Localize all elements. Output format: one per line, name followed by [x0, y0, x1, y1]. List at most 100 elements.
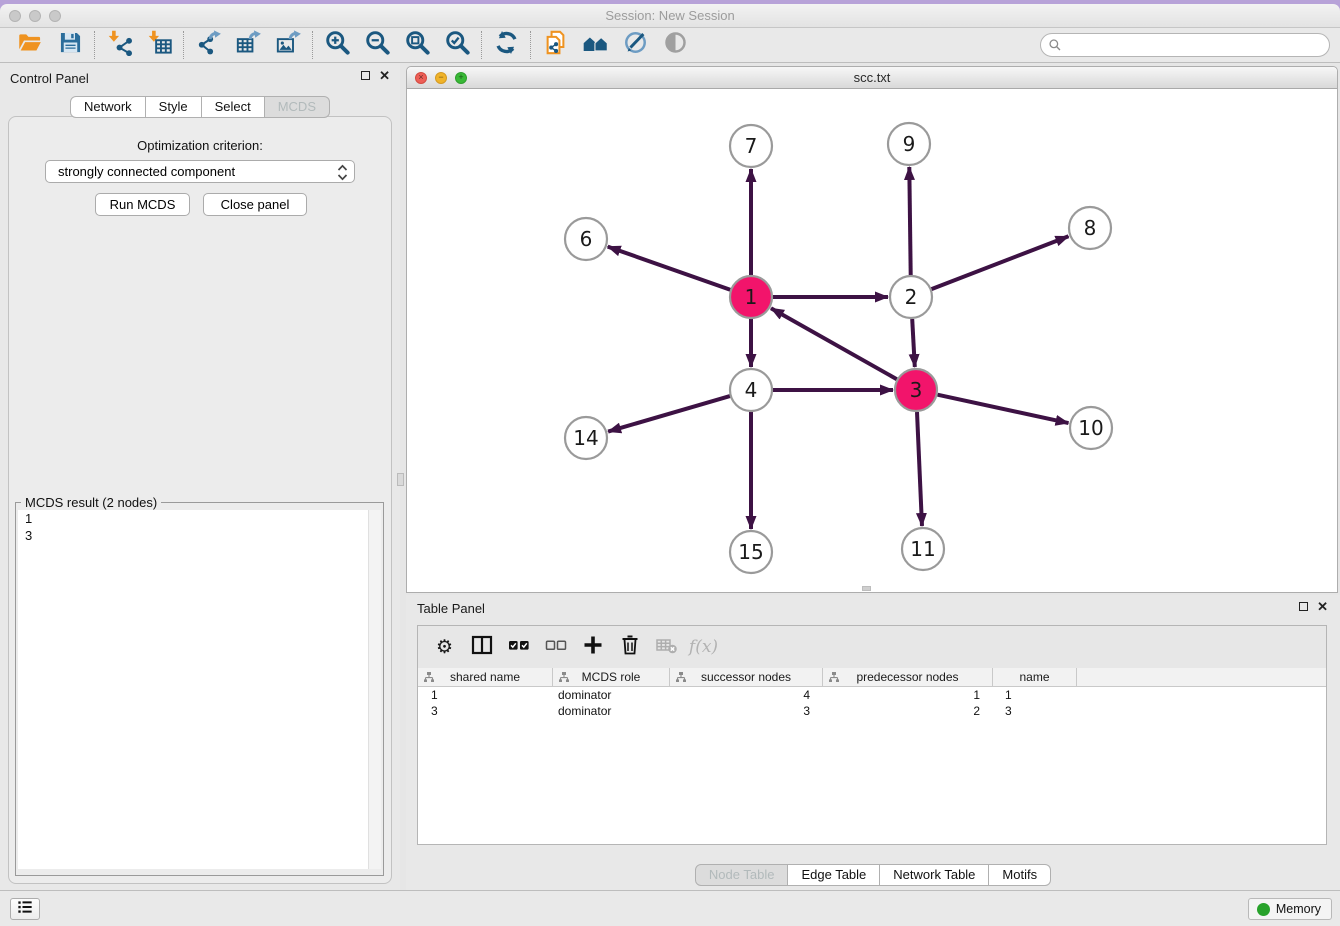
open-session-button[interactable]	[10, 30, 50, 60]
deselect-all-rows-button[interactable]	[537, 631, 574, 663]
table-row[interactable]: 1dominator411	[418, 687, 1326, 703]
criterion-select[interactable]: strongly connected component	[45, 160, 355, 183]
column-label: shared name	[450, 670, 520, 684]
task-history-button[interactable]	[10, 898, 40, 920]
zoom-in-icon	[324, 29, 351, 61]
table-panel-title: Table Panel	[417, 601, 485, 616]
mcds-result-group: MCDS result (2 nodes) 13	[15, 495, 384, 876]
mcds-result-item[interactable]: 3	[18, 527, 381, 544]
node-1[interactable]: 1	[730, 276, 772, 318]
column-header-successor-nodes[interactable]: successor nodes	[670, 668, 823, 686]
canvas-scroll-handle[interactable]	[862, 586, 871, 591]
column-header-name[interactable]: name	[993, 668, 1077, 686]
node-6[interactable]: 6	[565, 218, 607, 260]
toolbar-separator	[183, 31, 184, 59]
tab-motifs[interactable]: Motifs	[989, 864, 1051, 886]
node-7[interactable]: 7	[730, 125, 772, 167]
tab-edge-table[interactable]: Edge Table	[788, 864, 880, 886]
node-11[interactable]: 11	[902, 528, 944, 570]
column-header-MCDS-role[interactable]: MCDS role	[553, 668, 670, 686]
edge-2-3[interactable]	[912, 319, 915, 367]
hide-details-button[interactable]	[655, 30, 695, 60]
add-column-button[interactable]	[574, 631, 611, 663]
edge-3-11[interactable]	[917, 412, 922, 526]
tab-node-table[interactable]: Node Table	[695, 864, 789, 886]
mcds-result-item[interactable]: 1	[18, 510, 381, 527]
network-canvas[interactable]: 7 9 6 8 1 2 4 3 14 10 15 11	[407, 89, 1337, 592]
column-header-shared-name[interactable]: shared name	[418, 668, 553, 686]
delete-column-icon	[618, 633, 642, 662]
export-image-icon	[275, 29, 302, 61]
workspace: Control Panel ✕ NetworkStyleSelectMCDS O…	[0, 63, 1340, 890]
column-header-predecessor-nodes[interactable]: predecessor nodes	[823, 668, 993, 686]
close-table-panel-icon[interactable]: ✕	[1317, 601, 1328, 612]
export-network-button[interactable]	[188, 30, 228, 60]
result-scrollbar[interactable]	[368, 510, 381, 869]
close-panel-button[interactable]: Close panel	[203, 193, 307, 216]
node-4[interactable]: 4	[730, 369, 772, 411]
zoom-fit-icon	[404, 29, 431, 61]
node-15[interactable]: 15	[730, 531, 772, 573]
mcds-result-list[interactable]: 13	[18, 510, 381, 869]
toolbar-separator	[94, 31, 95, 59]
criterion-value: strongly connected component	[58, 164, 235, 179]
tab-network-table[interactable]: Network Table	[880, 864, 989, 886]
column-layout-button[interactable]	[463, 631, 500, 663]
zoom-in-button[interactable]	[317, 30, 357, 60]
edge-3-1[interactable]	[771, 308, 897, 379]
cell: 2	[823, 703, 993, 719]
table-tabs: Node TableEdge TableNetwork TableMotifs	[406, 864, 1340, 886]
node-8[interactable]: 8	[1069, 207, 1111, 249]
open-session-icon	[17, 29, 44, 61]
select-all-rows-button[interactable]	[500, 631, 537, 663]
node-label: 10	[1078, 416, 1103, 440]
network-window-titlebar[interactable]: × − + scc.txt	[407, 67, 1337, 89]
node-14[interactable]: 14	[565, 417, 607, 459]
panel-splitter-handle[interactable]	[397, 473, 404, 486]
copy-view-button[interactable]	[535, 30, 575, 60]
delete-table-button	[648, 631, 685, 663]
edge-3-10[interactable]	[938, 395, 1069, 423]
tab-mcds[interactable]: MCDS	[265, 96, 330, 118]
table-settings-button[interactable]: ⚙	[426, 631, 463, 663]
export-table-button[interactable]	[228, 30, 268, 60]
zoom-out-button[interactable]	[357, 30, 397, 60]
table-row[interactable]: 3dominator323	[418, 703, 1326, 719]
hide-details-icon	[662, 29, 689, 61]
tab-style[interactable]: Style	[146, 96, 202, 118]
edge-2-8[interactable]	[932, 236, 1069, 289]
import-table-button[interactable]	[139, 30, 179, 60]
node-label: 15	[738, 540, 763, 564]
table-header-row: shared name MCDS rolesuccessor nodesprede…	[418, 668, 1326, 687]
paint-style-button[interactable]	[615, 30, 655, 60]
zoom-selected-button[interactable]	[437, 30, 477, 60]
search-input[interactable]	[1040, 33, 1330, 57]
search-field-wrap	[1040, 33, 1330, 57]
cell: 3	[418, 703, 553, 719]
tab-select[interactable]: Select	[202, 96, 265, 118]
tab-network[interactable]: Network	[70, 96, 146, 118]
save-session-icon	[57, 29, 84, 61]
node-10[interactable]: 10	[1070, 407, 1112, 449]
delete-column-button[interactable]	[611, 631, 648, 663]
run-mcds-button[interactable]: Run MCDS	[95, 193, 190, 216]
import-network-button[interactable]	[99, 30, 139, 60]
export-image-button[interactable]	[268, 30, 308, 60]
apply-layout-button[interactable]	[486, 30, 526, 60]
toolbar-separator	[481, 31, 482, 59]
memory-button[interactable]: Memory	[1248, 898, 1332, 920]
float-panel-icon[interactable]	[361, 71, 370, 80]
node-label: 4	[745, 378, 758, 402]
float-table-panel-icon[interactable]	[1299, 602, 1308, 611]
node-3[interactable]: 3	[895, 369, 937, 411]
edge-2-9[interactable]	[909, 167, 910, 275]
close-panel-icon[interactable]: ✕	[379, 70, 390, 81]
zoom-fit-button[interactable]	[397, 30, 437, 60]
edge-1-6[interactable]	[608, 247, 731, 290]
edge-4-14[interactable]	[608, 396, 730, 432]
node-9[interactable]: 9	[888, 123, 930, 165]
home-view-button[interactable]	[575, 30, 615, 60]
table-settings-icon: ⚙	[436, 638, 453, 657]
node-2[interactable]: 2	[890, 276, 932, 318]
save-session-button[interactable]	[50, 30, 90, 60]
